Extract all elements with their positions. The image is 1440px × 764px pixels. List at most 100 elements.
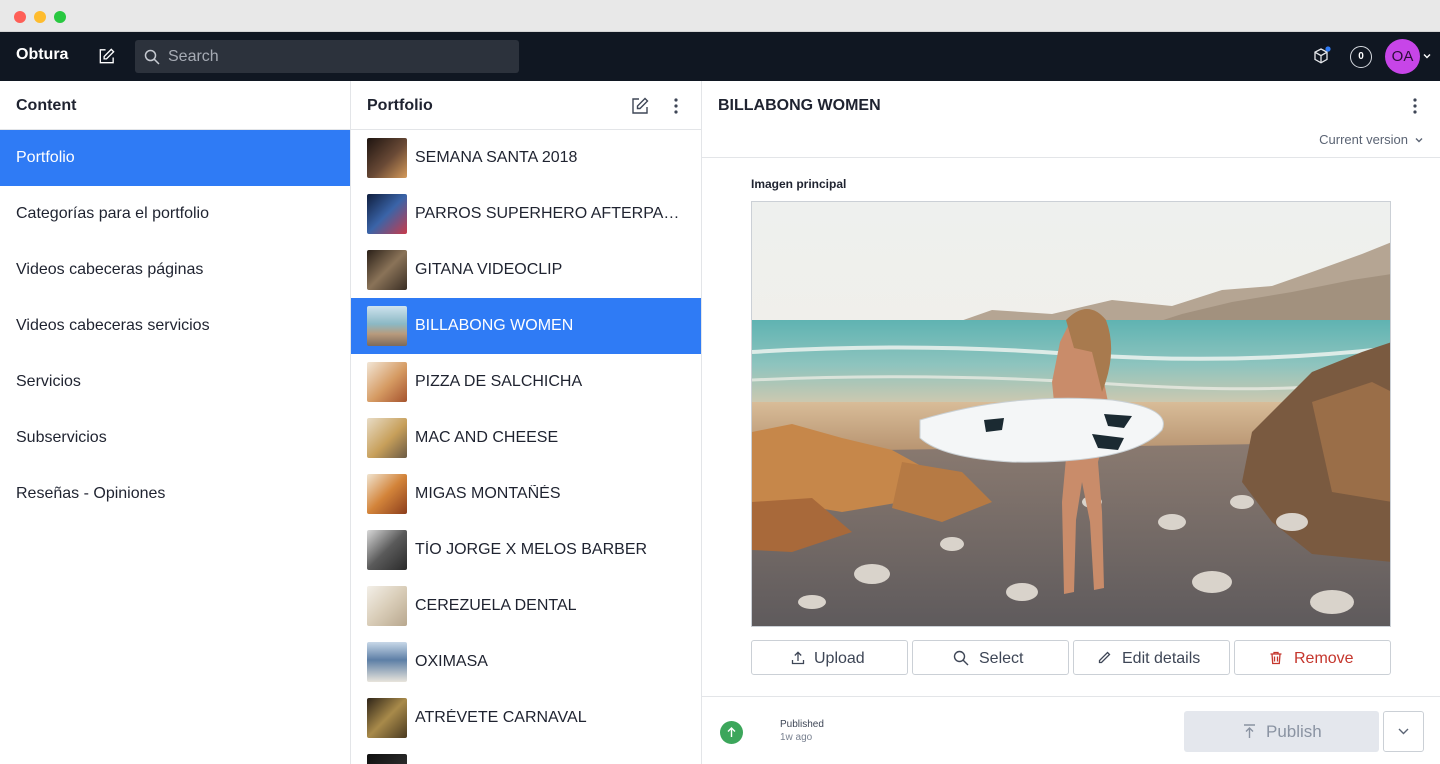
publish-button[interactable]: Publish [1184, 711, 1379, 752]
content-item-videos-servicios[interactable]: Videos cabeceras servicios [0, 298, 350, 354]
minimize-window-button[interactable] [34, 11, 46, 23]
upload-label: Upload [814, 650, 865, 667]
more-options-icon[interactable] [665, 95, 687, 117]
thumbnail-image [367, 642, 407, 682]
content-item-portfolio[interactable]: Portfolio [0, 130, 350, 186]
list-item-title: GITANA VIDEOCLIP [415, 261, 563, 278]
thumbnail-image [367, 362, 407, 402]
content-item-label: Portfolio [16, 149, 75, 166]
main-image-preview[interactable] [751, 201, 1391, 627]
thumbnail-image [367, 754, 407, 764]
list-item[interactable]: GITANA VIDEOCLIP [351, 242, 701, 298]
search-icon [953, 650, 969, 666]
thumbnail-image [367, 306, 407, 346]
content-item-label: Servicios [16, 373, 81, 390]
search-input[interactable] [168, 40, 508, 73]
surfer-photo [752, 202, 1390, 626]
content-pane: Content Portfolio Categorías para el por… [0, 81, 351, 764]
content-pane-title: Content [16, 97, 77, 114]
content-item-subservicios[interactable]: Subservicios [0, 410, 350, 466]
close-window-button[interactable] [14, 11, 26, 23]
document-title: BILLABONG WOMEN [718, 97, 881, 114]
zoom-window-button[interactable] [54, 11, 66, 23]
publish-menu-button[interactable] [1383, 711, 1424, 752]
content-type-list: Portfolio Categorías para el portfolio V… [0, 130, 350, 522]
image-field-label: Imagen principal [751, 177, 847, 191]
document-list-pane: Portfolio SEMANA SANTA 2018 PARROS SUPER… [351, 81, 702, 764]
list-item[interactable]: PIZZA DE SALCHICHA [351, 354, 701, 410]
list-item[interactable]: BILLABONG WOMEN [351, 298, 701, 354]
thumbnail-image [367, 138, 407, 178]
content-item-servicios[interactable]: Servicios [0, 354, 350, 410]
list-item-title: PARROS SUPERHERO AFTERPARTY [415, 205, 685, 222]
content-item-resenas[interactable]: Reseñas - Opiniones [0, 466, 350, 522]
document-editor-pane: BILLABONG WOMEN Current version Imagen p… [702, 81, 1440, 764]
list-pane-header: Portfolio [351, 81, 701, 130]
edit-details-label: Edit details [1122, 650, 1201, 667]
version-selector[interactable]: Current version [1319, 132, 1408, 147]
list-item-title: MAC AND CHEESE [415, 429, 559, 446]
list-item[interactable]: CEREZUELA DENTAL [351, 578, 701, 634]
remove-button[interactable]: Remove [1234, 640, 1391, 675]
list-item-title: MIGAS MONTAÑÉS [415, 485, 561, 502]
list-item-title: CEREZUELA DENTAL [415, 597, 577, 614]
chevron-down-icon [1398, 728, 1409, 735]
list-item-title: OXIMASA [415, 653, 488, 670]
notification-count-badge[interactable]: 0 [1350, 46, 1372, 68]
image-actions: Upload Select Edit details Remove [751, 640, 1391, 675]
thumbnail-image [367, 194, 407, 234]
content-item-label: Categorías para el portfolio [16, 205, 209, 222]
select-button[interactable]: Select [912, 640, 1069, 675]
list-item-title: ATRÉVETE CARNAVAL [415, 709, 587, 726]
thumbnail-image [367, 530, 407, 570]
content-item-label: Videos cabeceras páginas [16, 261, 204, 278]
upload-icon [791, 651, 805, 665]
list-item[interactable]: ATRÉVETE CARNAVAL [351, 690, 701, 746]
search-icon [144, 49, 160, 65]
list-item[interactable]: TÍO JORGE X MELOS BARBER [351, 522, 701, 578]
thumbnail-image [367, 698, 407, 738]
list-item-title: SEMANA SANTA 2018 [415, 149, 578, 166]
create-document-icon[interactable] [629, 95, 651, 117]
list-item[interactable]: SEMANA SANTA 2018 [351, 130, 701, 186]
search-bar[interactable] [135, 40, 519, 73]
pencil-icon [1098, 651, 1111, 664]
brand-logo[interactable]: Obtura [16, 46, 68, 64]
list-pane-title: Portfolio [367, 97, 433, 114]
content-item-label: Videos cabeceras servicios [16, 317, 210, 334]
document-menu-icon[interactable] [1404, 95, 1426, 117]
list-item[interactable]: MIGAS MONTAÑÉS [351, 466, 701, 522]
chevron-down-icon[interactable] [1414, 135, 1424, 145]
document-list: SEMANA SANTA 2018 PARROS SUPERHERO AFTER… [351, 130, 701, 764]
document-footer: Published 1w ago Publish [702, 696, 1440, 764]
thumbnail-image [367, 586, 407, 626]
list-item-title: TÍO JORGE X MELOS BARBER [415, 541, 648, 558]
published-status-icon [720, 721, 743, 744]
remove-label: Remove [1294, 650, 1354, 667]
document-header: BILLABONG WOMEN Current version [702, 81, 1440, 158]
content-item-videos-paginas[interactable]: Videos cabeceras páginas [0, 242, 350, 298]
compose-icon[interactable] [97, 47, 116, 66]
list-item[interactable]: OXIMASA [351, 634, 701, 690]
thumbnail-image [367, 250, 407, 290]
thumbnail-image [367, 474, 407, 514]
content-item-label: Reseñas - Opiniones [16, 485, 166, 502]
list-item-title: BILLABONG WOMEN [415, 317, 574, 334]
upload-button[interactable]: Upload [751, 640, 908, 675]
list-item[interactable] [351, 746, 701, 764]
list-item[interactable]: MAC AND CHEESE [351, 410, 701, 466]
top-navbar: Obtura 0 OA [0, 32, 1440, 81]
publish-status-time: 1w ago [780, 732, 813, 743]
publish-icon [1244, 724, 1255, 738]
content-item-categorias[interactable]: Categorías para el portfolio [0, 186, 350, 242]
edit-details-button[interactable]: Edit details [1073, 640, 1230, 675]
thumbnail-image [367, 418, 407, 458]
presence-icon[interactable] [1311, 46, 1331, 66]
trash-icon [1270, 651, 1282, 665]
window-titlebar [0, 0, 1440, 32]
chevron-down-icon[interactable] [1422, 51, 1432, 61]
list-item[interactable]: PARROS SUPERHERO AFTERPARTY [351, 186, 701, 242]
content-item-label: Subservicios [16, 429, 107, 446]
avatar[interactable]: OA [1385, 39, 1420, 74]
content-pane-header: Content [0, 81, 350, 130]
